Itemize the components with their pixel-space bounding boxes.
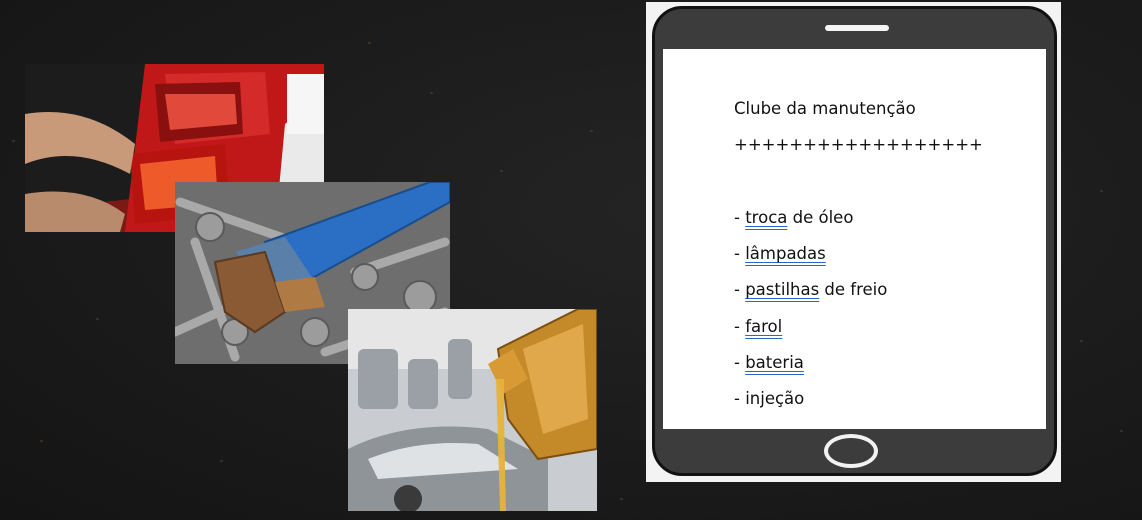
list-item: - injeção	[734, 389, 805, 408]
list-item: - lâmpadas	[734, 244, 826, 263]
spark	[1100, 190, 1103, 192]
list-item: - pastilhas de freio	[734, 280, 888, 299]
home-button[interactable]	[824, 434, 878, 468]
spark	[430, 92, 433, 94]
engine-oil-pour-icon	[348, 309, 597, 511]
club-title: Clube da manutenção	[734, 99, 916, 118]
spark	[12, 140, 15, 142]
spark	[590, 130, 593, 132]
spark	[500, 170, 503, 172]
separator-line: ++++++++++++++++++	[734, 135, 983, 154]
spark	[40, 440, 43, 442]
phone-screen: Clube da manutenção ++++++++++++++++++ -…	[663, 49, 1046, 429]
speaker-icon	[825, 25, 889, 31]
list-item: - bateria	[734, 353, 804, 372]
engine-oil-photo	[348, 309, 597, 511]
smartphone-frame: Clube da manutenção ++++++++++++++++++ -…	[652, 6, 1057, 476]
spark	[1080, 340, 1083, 342]
spark	[1120, 430, 1123, 432]
spark	[620, 498, 623, 500]
list-item: - troca de óleo	[734, 208, 854, 227]
spark	[368, 42, 371, 44]
spark	[220, 460, 223, 462]
spark	[96, 318, 99, 320]
list-item: - farol	[734, 317, 783, 336]
